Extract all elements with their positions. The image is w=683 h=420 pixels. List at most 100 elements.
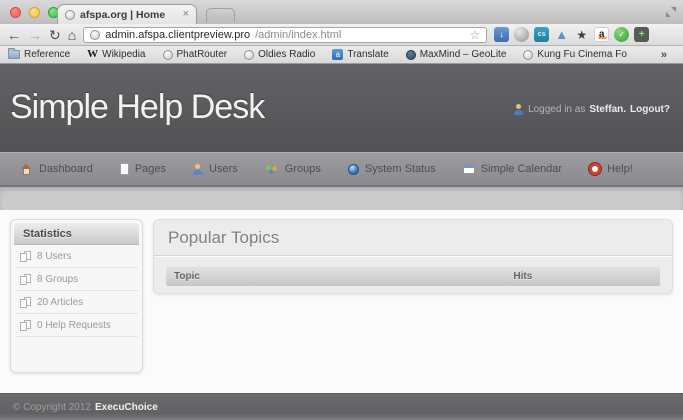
company-name: ExecuChoice <box>95 402 158 413</box>
bookmark-kungfu-cinema[interactable]: Kung Fu Cinema Fo <box>523 49 627 60</box>
tab-bar: afspa.org | Home × <box>0 0 683 24</box>
nav-item-groups[interactable]: Groups <box>265 163 321 175</box>
stat-item-articles[interactable]: 20 Articles <box>15 291 138 314</box>
page-icon <box>120 163 129 175</box>
nav-label: Dashboard <box>39 163 93 175</box>
bookmark-phatrouter[interactable]: PhatRouter <box>163 49 228 60</box>
stat-item-help-requests[interactable]: 0 Help Requests <box>15 314 138 337</box>
browser-tab[interactable]: afspa.org | Home × <box>57 4 197 24</box>
nav-item-dashboard[interactable]: Dashboard <box>20 163 93 175</box>
topics-table-header: Topic Hits <box>166 267 660 286</box>
stat-item-groups[interactable]: 8 Groups <box>15 268 138 291</box>
home-icon[interactable]: ⌂ <box>68 28 76 42</box>
stat-label: 8 Users <box>37 251 71 262</box>
stat-label: 0 Help Requests <box>37 320 111 331</box>
bookmark-label: Oldies Radio <box>258 49 315 60</box>
globe-icon <box>523 50 533 60</box>
download-extension-icon[interactable] <box>494 27 509 42</box>
bookmark-label: PhatRouter <box>177 49 228 60</box>
stat-label: 20 Articles <box>37 297 83 308</box>
forward-icon[interactable]: → <box>28 28 42 42</box>
page-content: Statistics 8 Users 8 Groups 20 Articles … <box>0 210 683 393</box>
globe-blue-icon <box>348 164 359 175</box>
nav-item-users[interactable]: Users <box>193 163 238 175</box>
column-header-topic: Topic <box>174 271 513 282</box>
tab-close-icon[interactable]: × <box>183 9 189 20</box>
reload-icon[interactable]: ↻ <box>49 28 61 42</box>
url-path: /admin/index.html <box>255 29 341 41</box>
tab-title: afspa.org | Home <box>80 9 178 21</box>
browser-toolbar: ← → ↻ ⌂ admin.afspa.clientpreview.pro /a… <box>0 24 683 46</box>
amazon-extension-icon[interactable] <box>594 27 609 42</box>
nav-label: Simple Calendar <box>481 163 562 175</box>
up-arrow-extension-icon[interactable] <box>554 27 569 42</box>
extension-buttons <box>494 27 649 42</box>
close-window-button[interactable] <box>10 7 21 18</box>
maxmind-icon <box>406 50 416 60</box>
documents-icon <box>20 320 31 331</box>
documents-icon <box>20 251 31 262</box>
column-header-hits: Hits <box>513 271 532 282</box>
bookmark-reference[interactable]: Reference <box>8 49 70 60</box>
login-prefix: Logged in as <box>528 104 585 115</box>
nav-item-simple-calendar[interactable]: Simple Calendar <box>463 163 562 175</box>
page-title: Simple Help Desk <box>0 64 683 127</box>
bookmark-star-icon[interactable]: ☆ <box>469 29 480 41</box>
documents-icon <box>20 297 31 308</box>
bookmark-maxmind[interactable]: MaxMind – GeoLite <box>406 49 507 60</box>
bookmarks-overflow-icon[interactable]: » <box>661 49 667 61</box>
minimize-window-button[interactable] <box>29 7 40 18</box>
bookmark-label: Translate <box>347 49 388 60</box>
translate-icon <box>332 49 343 60</box>
logged-in-user-icon <box>513 104 524 115</box>
bookmark-label: Kung Fu Cinema Fo <box>537 49 627 60</box>
folder-icon <box>8 50 20 59</box>
nav-label: System Status <box>365 163 436 175</box>
url-host: admin.afspa.clientpreview.pro <box>105 29 250 41</box>
bookmark-oldies-radio[interactable]: Oldies Radio <box>244 49 315 60</box>
bookmark-label: Wikipedia <box>102 49 145 60</box>
check-extension-icon[interactable] <box>614 27 629 42</box>
logout-link[interactable]: Logout? <box>630 104 670 115</box>
popular-topics-panel: Popular Topics Topic Hits <box>153 219 673 294</box>
nav-label: Help! <box>607 163 633 175</box>
wikipedia-icon: W <box>87 49 98 60</box>
nav-label: Pages <box>135 163 166 175</box>
main-navigation: Dashboard Pages Users Groups System Stat… <box>0 152 683 187</box>
bookmark-translate[interactable]: Translate <box>332 49 388 60</box>
statistics-panel-title: Statistics <box>14 223 139 245</box>
statistics-panel: Statistics 8 Users 8 Groups 20 Articles … <box>10 219 143 373</box>
star-extension-icon[interactable] <box>574 27 589 42</box>
user-icon <box>193 164 203 175</box>
bookmark-wikipedia[interactable]: W Wikipedia <box>87 49 145 60</box>
documents-icon <box>20 274 31 285</box>
page-footer: © Copyright 2012 ExecuChoice <box>0 393 683 420</box>
copyright-text: © Copyright 2012 <box>13 402 91 413</box>
back-icon[interactable]: ← <box>7 28 21 42</box>
bookmark-label: MaxMind – GeoLite <box>420 49 507 60</box>
nav-item-system-status[interactable]: System Status <box>348 163 436 175</box>
bookmarks-bar: Reference W Wikipedia PhatRouter Oldies … <box>0 46 683 64</box>
puzzle-extension-icon[interactable] <box>634 27 649 42</box>
lifebuoy-icon <box>589 163 601 175</box>
gear-extension-icon[interactable] <box>514 27 529 42</box>
home-icon <box>20 164 33 175</box>
url-input[interactable]: admin.afspa.clientpreview.pro /admin/ind… <box>83 27 487 43</box>
url-scheme-icon <box>90 30 100 40</box>
nav-item-pages[interactable]: Pages <box>120 163 166 175</box>
nav-label: Groups <box>285 163 321 175</box>
nav-item-help[interactable]: Help! <box>589 163 633 175</box>
username: Steffan. <box>589 104 626 115</box>
stat-label: 8 Groups <box>37 274 78 285</box>
calendar-icon <box>463 164 475 174</box>
new-tab-button[interactable] <box>206 8 235 22</box>
stat-item-users[interactable]: 8 Users <box>15 245 138 268</box>
site-header: Simple Help Desk Logged in as Steffan. L… <box>0 64 683 152</box>
window-controls <box>10 7 59 18</box>
popular-topics-title: Popular Topics <box>154 220 672 256</box>
cse-extension-icon[interactable] <box>534 27 549 42</box>
bookmark-label: Reference <box>24 49 70 60</box>
globe-icon <box>244 50 254 60</box>
globe-icon <box>163 50 173 60</box>
window-resize-icon[interactable] <box>666 7 676 17</box>
